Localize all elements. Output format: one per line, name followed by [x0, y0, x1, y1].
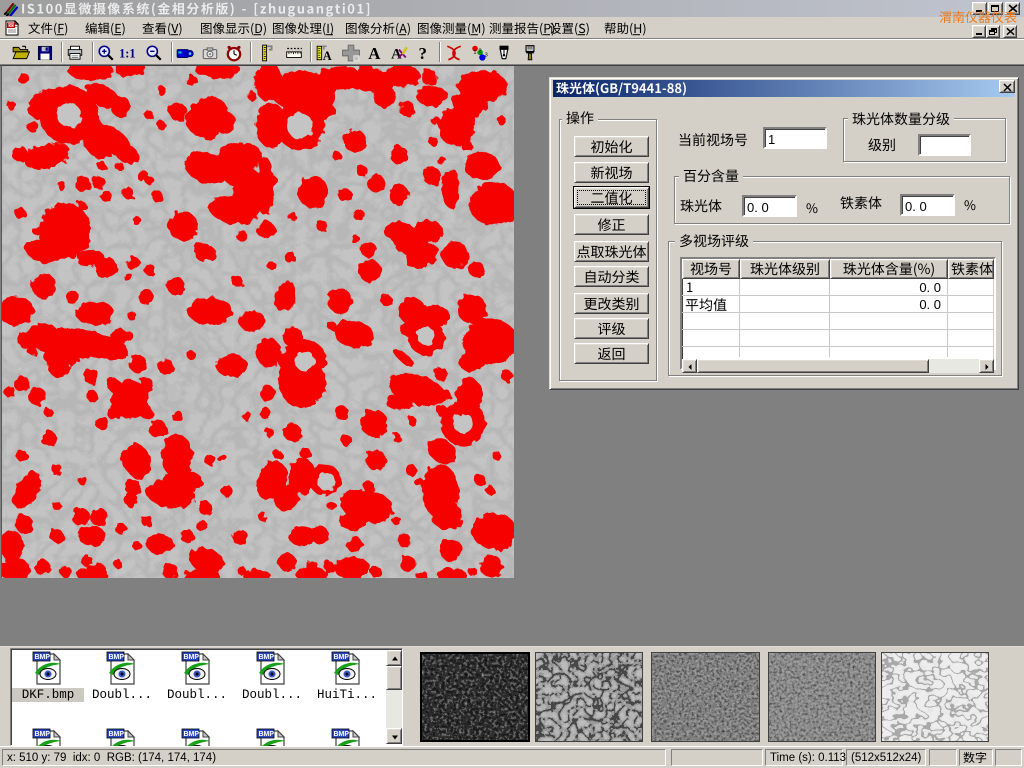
svg-text:BMP: BMP	[259, 731, 275, 738]
svg-text:0. 0: 0. 0	[919, 280, 941, 295]
svg-text:BMP: BMP	[184, 731, 200, 738]
svg-text:0. 0: 0. 0	[919, 297, 941, 312]
svg-text:BMP: BMP	[334, 654, 350, 661]
svg-text:BMP: BMP	[259, 654, 275, 661]
svg-text:BMP: BMP	[334, 731, 350, 738]
svg-text:BMP: BMP	[35, 654, 51, 661]
svg-text:BMP: BMP	[35, 731, 51, 738]
svg-text:BMP: BMP	[109, 654, 125, 661]
svg-text:BMP: BMP	[184, 654, 200, 661]
svg-text:BMP: BMP	[109, 731, 125, 738]
